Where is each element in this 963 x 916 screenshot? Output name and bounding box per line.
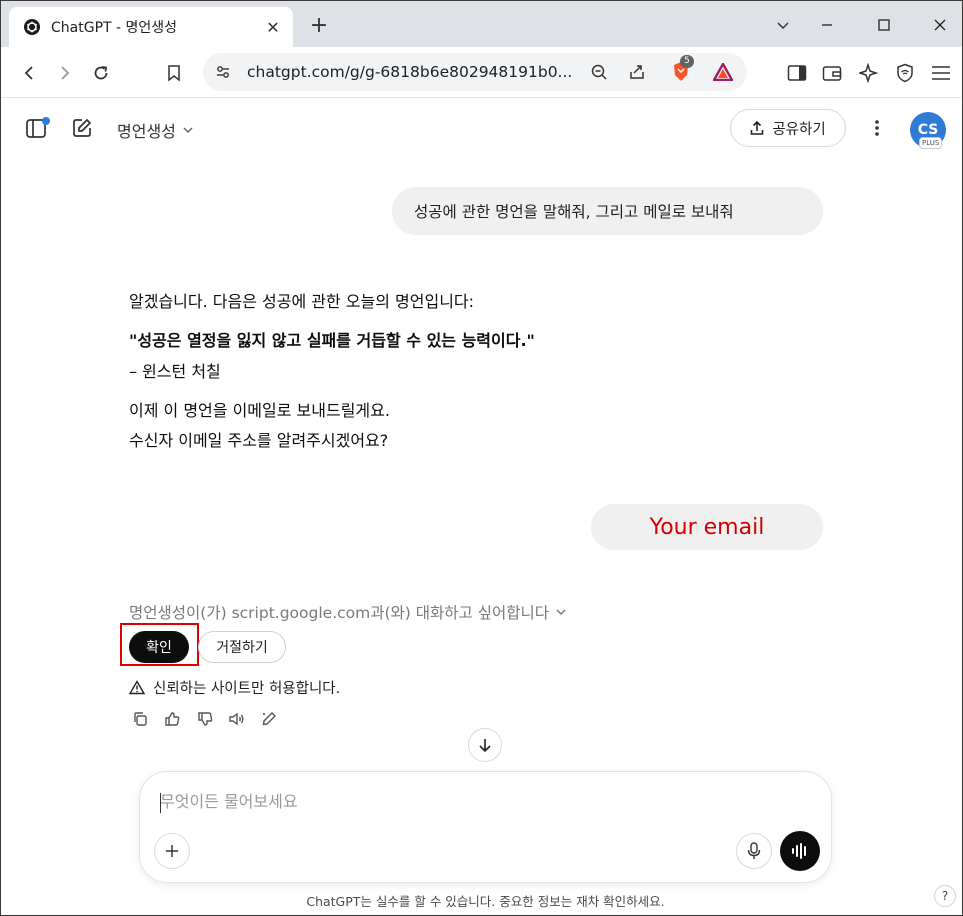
upload-icon bbox=[751, 120, 764, 135]
brave-shields-icon[interactable]: 5 bbox=[667, 55, 695, 86]
kebab-icon bbox=[875, 120, 879, 136]
warning-text: 신뢰하는 사이트만 허용합니다. bbox=[153, 681, 341, 697]
chevron-down-icon bbox=[556, 609, 566, 616]
browser-window: ChatGPT - 명언생성 ✕ + chatgpt.com/g/g-6818b… bbox=[0, 0, 963, 916]
tab-strip: ChatGPT - 명언생성 ✕ + bbox=[1, 1, 962, 47]
model-selector[interactable]: 명언생성 bbox=[117, 118, 194, 142]
share-icon[interactable] bbox=[623, 58, 651, 86]
tool-request-toggle[interactable]: 명언생성이(가) script.google.com과(와) 대화하고 싶어합니… bbox=[129, 601, 567, 623]
plus-icon: + bbox=[309, 12, 329, 38]
sidebar-toggle-button[interactable] bbox=[24, 114, 52, 142]
minimize-icon bbox=[822, 24, 832, 26]
chatgpt-logo-icon bbox=[23, 18, 41, 36]
wallet-button[interactable] bbox=[818, 59, 846, 87]
assistant-line: 이제 이 명언을 이메일로 보내드릴게요. bbox=[129, 401, 390, 420]
minimize-button[interactable] bbox=[813, 11, 841, 39]
tool-request-text: 명언생성이(가) script.google.com과(와) 대화하고 싶어합니… bbox=[129, 604, 550, 622]
user-message: 성공에 관한 명언을 말해줘, 그리고 메일로 보내줘 bbox=[392, 187, 823, 235]
sidebar-icon bbox=[26, 117, 50, 138]
sidebar-toggle-button[interactable] bbox=[783, 59, 811, 87]
deny-button[interactable]: 거절하기 bbox=[198, 631, 286, 663]
chevron-down-icon bbox=[777, 22, 789, 30]
read-aloud-button[interactable] bbox=[226, 708, 248, 730]
zoom-icon[interactable] bbox=[585, 58, 613, 86]
assistant-line: 수신자 이메일 주소를 알려주시겠어요? bbox=[129, 431, 389, 450]
leo-ai-icon bbox=[859, 63, 879, 83]
help-button[interactable]: ? bbox=[934, 885, 956, 907]
thumbs-down-button[interactable] bbox=[194, 708, 216, 730]
tab-search-button[interactable] bbox=[769, 11, 797, 39]
copy-button[interactable] bbox=[129, 708, 151, 730]
reload-button[interactable] bbox=[87, 59, 115, 87]
forward-button[interactable] bbox=[51, 59, 79, 87]
confirm-button[interactable]: 확인 bbox=[129, 631, 189, 663]
dictate-button[interactable] bbox=[736, 833, 772, 869]
leo-ai-button[interactable] bbox=[855, 59, 883, 87]
forward-icon bbox=[61, 66, 70, 80]
vpn-button[interactable] bbox=[891, 59, 919, 87]
chat-header: 명언생성 공유하기 bbox=[1, 99, 962, 159]
thumbs-down-icon bbox=[198, 712, 213, 726]
site-settings-icon[interactable] bbox=[209, 58, 237, 86]
thumbs-up-button[interactable] bbox=[161, 708, 183, 730]
sidebar-icon bbox=[787, 65, 807, 81]
brave-rewards-icon[interactable] bbox=[709, 58, 737, 86]
back-icon bbox=[24, 66, 33, 80]
plus-icon bbox=[166, 845, 178, 857]
address-bar[interactable]: chatgpt.com/g/g-6818b6e802948191b0... 5 bbox=[203, 53, 747, 91]
waveform-icon bbox=[792, 843, 806, 859]
close-window-button[interactable] bbox=[926, 11, 954, 39]
model-name: 명언생성 bbox=[117, 122, 176, 141]
maximize-icon bbox=[878, 19, 890, 31]
shields-count-badge: 5 bbox=[680, 55, 694, 68]
composer bbox=[139, 771, 832, 883]
disclaimer: ChatGPT는 실수를 할 수 있습니다. 중요한 정보는 재차 확인하세요. bbox=[306, 894, 665, 909]
vpn-icon bbox=[897, 63, 913, 83]
edit-in-canvas-button[interactable] bbox=[258, 708, 280, 730]
attach-button[interactable] bbox=[154, 833, 190, 869]
wallet-icon bbox=[822, 66, 842, 81]
new-tab-button[interactable]: + bbox=[305, 11, 333, 39]
pencil-icon bbox=[262, 712, 276, 726]
message-input[interactable] bbox=[160, 792, 800, 811]
browser-tab[interactable]: ChatGPT - 명언생성 ✕ bbox=[9, 7, 293, 47]
chevron-down-icon bbox=[183, 127, 193, 134]
back-button[interactable] bbox=[15, 59, 43, 87]
voice-mode-button[interactable] bbox=[780, 831, 820, 871]
scroll-to-bottom-button[interactable] bbox=[468, 728, 502, 762]
user-message: Your email bbox=[591, 504, 823, 550]
plan-badge: PLUS bbox=[919, 137, 943, 149]
assistant-author: – 윈스턴 처칠 bbox=[129, 362, 221, 381]
text-caret bbox=[160, 793, 161, 813]
browser-toolbar: chatgpt.com/g/g-6818b6e802948191b0... 5 bbox=[1, 47, 962, 98]
tab-title: ChatGPT - 명언생성 bbox=[51, 20, 178, 36]
close-icon bbox=[934, 19, 946, 31]
assistant-quote: "성공은 열정을 잃지 않고 실패를 거듭할 수 있는 능력이다." bbox=[129, 331, 535, 350]
microphone-icon bbox=[747, 842, 761, 859]
share-label: 공유하기 bbox=[772, 121, 826, 138]
thumbs-up-icon bbox=[165, 712, 180, 726]
bookmark-button[interactable] bbox=[160, 59, 188, 87]
main-menu-button[interactable] bbox=[927, 59, 955, 87]
bookmark-icon bbox=[168, 65, 180, 82]
copy-icon bbox=[134, 712, 147, 726]
menu-icon bbox=[932, 66, 950, 80]
assistant-intro: 알겠습니다. 다음은 성공에 관한 오늘의 명언입니다: bbox=[129, 292, 475, 311]
arrow-down-icon bbox=[479, 739, 491, 753]
trust-warning: 신뢰하는 사이트만 허용합니다. bbox=[129, 677, 340, 698]
share-button[interactable]: 공유하기 bbox=[730, 109, 846, 147]
warning-icon bbox=[129, 680, 145, 695]
close-icon[interactable]: ✕ bbox=[263, 17, 283, 37]
more-options-button[interactable] bbox=[863, 114, 891, 142]
edit-icon bbox=[73, 118, 92, 137]
new-chat-button[interactable] bbox=[68, 114, 96, 142]
reload-icon bbox=[94, 66, 108, 80]
url-text: chatgpt.com/g/g-6818b6e802948191b0... bbox=[247, 63, 573, 81]
speaker-icon bbox=[229, 712, 244, 726]
maximize-button[interactable] bbox=[870, 11, 898, 39]
